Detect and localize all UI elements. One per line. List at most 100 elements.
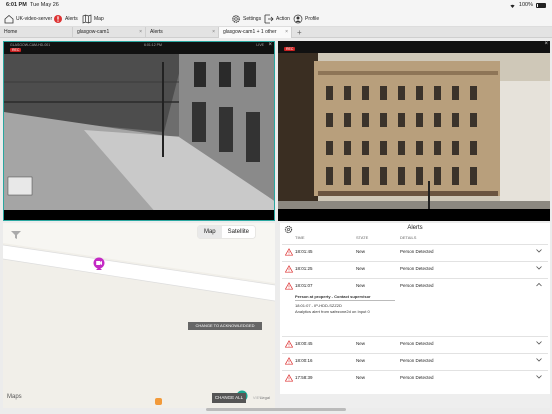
action-label: Action [276, 15, 290, 22]
change-all-button[interactable]: CHANGE ALL [212, 393, 246, 403]
map-type-toggle: Map Satellite [197, 226, 255, 238]
status-bar: 6:01 PM Tue May 26 100% [0, 0, 552, 10]
camera-feed-1[interactable]: GLASGOW-CAM-HD-001 6:01:12 PM LIVE × REC [3, 41, 275, 221]
rec-badge: REC [10, 48, 22, 52]
alert-time: 18:01:45 [295, 249, 313, 254]
action-arrow-icon [264, 14, 274, 23]
alert-state: New [356, 341, 366, 346]
close-icon[interactable]: × [285, 27, 288, 38]
profile-button[interactable]: Profile [293, 12, 319, 25]
live-indicator: LIVE [256, 43, 264, 47]
chevron-down-icon[interactable] [536, 264, 542, 272]
alerts-label: Alerts [65, 15, 78, 22]
alert-state: New [356, 283, 366, 288]
map-type-map-button[interactable]: Map [197, 226, 222, 238]
alert-time: 17:58:39 [295, 375, 313, 380]
map-icon [82, 13, 92, 24]
settings-label: Settings [243, 15, 262, 22]
expanded-alert-line1: 18:01:07 - IP-HDD-SZZ2D [295, 303, 342, 308]
tab-alerts[interactable]: Alerts × [146, 27, 219, 38]
camera-timestamp: 6:01:12 PM [144, 43, 162, 47]
alert-details: Person Detected [400, 375, 434, 380]
map-canvas [3, 223, 275, 302]
tab-multi-cam[interactable]: glasgow-cam1 + 1 other × [219, 27, 292, 38]
warning-icon [285, 340, 293, 348]
alert-details: Person Detected [400, 358, 434, 363]
maps-logo: Maps [7, 394, 22, 400]
alert-row[interactable]: 18:00:45 New Person Detected [282, 336, 548, 350]
expanded-alert-title: Person at property - Contact supervisor [295, 294, 371, 299]
gear-icon [232, 14, 240, 23]
wifi-icon [510, 4, 515, 8]
status-right: 100% [509, 2, 546, 8]
warning-icon [285, 374, 293, 382]
alert-state: New [356, 358, 366, 363]
camera-1-image [4, 42, 274, 220]
alert-details: Person Detected [400, 341, 434, 346]
close-icon[interactable]: × [139, 27, 142, 38]
tab-label: glasgow-cam1 [77, 29, 110, 35]
alerts-button[interactable]: Alerts [53, 12, 78, 25]
profile-icon [293, 14, 303, 23]
poi-icon [155, 398, 162, 405]
camera-1-header: GLASGOW-CAM-HD-001 6:01:12 PM LIVE × [4, 42, 274, 54]
main-toolbar: UK-video-server Alerts Map Settings Acti… [0, 10, 552, 27]
warning-icon [285, 282, 293, 290]
chevron-down-icon[interactable] [536, 247, 542, 255]
status-date: Tue May 26 [30, 2, 59, 8]
chevron-down-icon[interactable] [536, 356, 542, 364]
battery-percent: 100% [518, 2, 533, 8]
warning-icon [285, 357, 293, 365]
expanded-alert-line2: Analytics alert from safezone2d on Input… [295, 309, 370, 314]
rec-badge: REC [284, 47, 296, 51]
divider [295, 300, 395, 301]
column-state: STATE [356, 235, 369, 240]
alert-details: Person Detected [400, 283, 434, 288]
camera-feed-2[interactable]: × REC [278, 41, 550, 221]
tab-home[interactable]: Home [0, 27, 73, 38]
warning-icon [285, 248, 293, 256]
view-button[interactable]: VIEW [250, 393, 266, 403]
chevron-up-icon[interactable] [536, 281, 542, 289]
close-icon[interactable]: × [544, 41, 548, 47]
chevron-down-icon[interactable] [536, 373, 542, 381]
settings-button[interactable]: Settings [231, 12, 261, 25]
close-icon[interactable]: × [212, 27, 215, 38]
alert-state: New [356, 266, 366, 271]
alert-bell-icon [54, 14, 62, 23]
column-time: TIME [295, 235, 305, 240]
tab-glasgow-cam1[interactable]: glasgow-cam1 × [73, 27, 146, 38]
alert-row[interactable]: 17:58:39 New Person Detected [282, 370, 548, 384]
map-view[interactable]: Map Satellite Maps Legal [3, 223, 275, 408]
map-label: Map [94, 15, 104, 22]
map-type-satellite-button[interactable]: Satellite [222, 226, 255, 238]
alert-time: 18:01:25 [295, 266, 313, 271]
camera-2-image [278, 41, 550, 221]
camera-pin-icon[interactable] [93, 257, 105, 271]
tab-label: glasgow-cam1 + 1 other [223, 29, 277, 35]
alert-row[interactable]: 18:01:45 New Person Detected [282, 244, 548, 258]
tab-label: Home [4, 29, 18, 35]
alert-row-expanded[interactable]: 18:01:07 New Person Detected [282, 278, 548, 292]
warning-icon [285, 265, 293, 273]
close-icon[interactable]: × [268, 42, 272, 48]
alerts-panel: Alerts TIME STATE DETAILS 18:01:45 New P… [280, 223, 550, 408]
server-button[interactable]: UK-video-server [4, 12, 52, 25]
alert-row[interactable]: 18:00:16 New Person Detected [282, 353, 548, 367]
alert-time: 18:00:16 [295, 358, 313, 363]
battery-icon [536, 2, 546, 8]
alert-time: 18:01:07 [295, 283, 313, 288]
column-details: DETAILS [400, 235, 417, 240]
chevron-down-icon[interactable] [536, 339, 542, 347]
profile-label: Profile [305, 15, 320, 22]
alert-time: 18:00:45 [295, 341, 313, 346]
tab-label: Alerts [150, 29, 163, 35]
alert-state: New [356, 249, 366, 254]
camera-name: GLASGOW-CAM-HD-001 [10, 43, 51, 47]
change-to-acknowledged-button[interactable]: CHANGE TO ACKNOWLEDGED [188, 322, 262, 330]
add-tab-button[interactable]: + [297, 27, 302, 38]
filter-icon[interactable] [11, 226, 21, 239]
alert-row[interactable]: 18:01:25 New Person Detected [282, 261, 548, 275]
map-button[interactable]: Map [82, 12, 104, 25]
action-button[interactable]: Action [264, 12, 290, 25]
